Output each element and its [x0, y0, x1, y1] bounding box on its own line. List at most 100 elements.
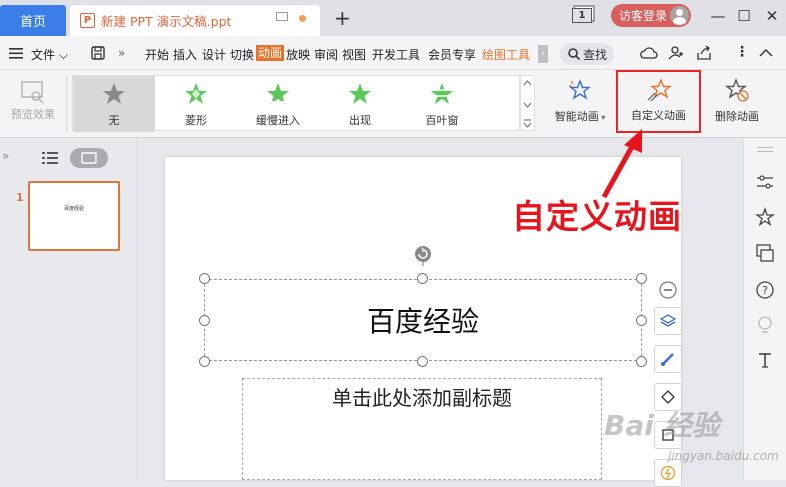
slide-thumbnail[interactable]: 百度经验	[28, 181, 120, 251]
slide-title[interactable]: 百度经验	[204, 300, 642, 340]
delete-animation-button[interactable]: 删除动画	[708, 78, 766, 132]
home-tab-label: 首页	[19, 15, 46, 30]
minimize-button[interactable]: —	[708, 6, 728, 26]
preview-effect-button[interactable]: 预览效果	[6, 76, 60, 132]
green-star-icon	[185, 83, 207, 104]
slide-subtitle[interactable]: 单击此处添加副标题	[242, 382, 602, 411]
watermark: Bai 经验	[604, 409, 720, 442]
resize-handle[interactable]	[199, 273, 210, 284]
save-icon[interactable]	[91, 46, 105, 60]
cloud-sync-icon[interactable]	[640, 46, 658, 61]
custom-animation-icon	[647, 78, 672, 102]
slide-number: 1	[16, 191, 24, 204]
tab-scroll-right-icon[interactable]: ›	[538, 45, 548, 63]
divider	[66, 76, 67, 132]
star-icon	[103, 83, 125, 104]
more-options-icon[interactable]: ⋮	[735, 44, 749, 60]
tab-design[interactable]: 设计	[202, 46, 226, 63]
smart-animation-icon	[569, 79, 591, 100]
brush-icon	[661, 353, 674, 366]
custom-animation-label: 自定义动画	[631, 109, 686, 122]
layers-button[interactable]	[654, 307, 682, 335]
add-user-icon[interactable]	[668, 45, 684, 61]
gallery-item-none[interactable]: 无	[73, 76, 155, 132]
close-button[interactable]: ✕	[762, 6, 782, 26]
tab-animation[interactable]: 动画	[256, 45, 285, 61]
ppt-file-icon: P	[80, 13, 95, 28]
visitor-login-button[interactable]: 访客登录	[611, 4, 691, 27]
green-star-icon	[349, 83, 371, 104]
search-button[interactable]: 查找	[560, 43, 614, 65]
gallery-scroll-arrows-icon	[523, 80, 532, 128]
layers-icon	[660, 314, 676, 327]
tab-member[interactable]: 会员专享	[428, 46, 476, 63]
properties-icon[interactable]	[755, 172, 775, 192]
tab-insert[interactable]: 插入	[173, 46, 197, 63]
tab-transition[interactable]: 切换	[230, 46, 254, 63]
annotation-label: 自定义动画	[512, 197, 682, 236]
rotate-handle-icon[interactable]	[413, 244, 433, 266]
outline-view-icon[interactable]	[42, 151, 58, 165]
tab-developer[interactable]: 开发工具	[372, 46, 420, 63]
share-icon[interactable]	[696, 45, 712, 61]
green-star-icon	[266, 83, 290, 104]
tab-review[interactable]: 审阅	[314, 46, 338, 63]
maximize-button[interactable]: ☐	[734, 6, 754, 26]
unsaved-dot-icon	[299, 15, 306, 22]
animation-pane-icon[interactable]	[755, 207, 775, 227]
tab-drawing-tools[interactable]: 绘图工具	[482, 46, 530, 63]
tab-start[interactable]: 开始	[145, 46, 169, 63]
resize-handle[interactable]	[636, 315, 647, 326]
animation-gallery: 无 菱形 缓慢进入 出现 百叶窗	[72, 75, 520, 132]
expand-panel-icon[interactable]: »	[2, 149, 9, 163]
preview-label: 预览效果	[11, 108, 55, 121]
gallery-item-blinds[interactable]: 百叶窗	[401, 76, 483, 132]
zoom-out-icon[interactable]	[659, 281, 677, 299]
brush-button[interactable]	[654, 345, 682, 373]
page-count-icon[interactable]: 1	[572, 8, 592, 23]
gallery-item-label: 无	[108, 114, 120, 127]
gallery-item-label: 出现	[349, 114, 371, 127]
resize-handle[interactable]	[636, 273, 647, 284]
monitor-icon[interactable]	[276, 12, 288, 21]
gallery-scrollbar[interactable]	[520, 75, 535, 131]
resize-handle[interactable]	[417, 356, 428, 367]
animation-ribbon: 预览效果 无 菱形 缓慢进入 出现 百叶窗 智能动画 ▾ 自定义动画 删除动画	[0, 70, 786, 138]
home-tab[interactable]: 首页	[0, 5, 66, 36]
collapse-ribbon-icon[interactable]	[759, 48, 773, 57]
preview-icon	[21, 81, 44, 104]
green-star-icon	[430, 83, 454, 104]
tab-view[interactable]: 视图	[342, 46, 366, 63]
help-icon[interactable]: ?	[755, 280, 775, 300]
transition-pane-icon[interactable]	[755, 243, 775, 263]
hamburger-menu-icon[interactable]	[9, 48, 23, 59]
slide-view-icon	[81, 152, 97, 164]
search-icon	[568, 48, 580, 60]
file-menu-label: 文件	[31, 48, 56, 62]
document-tab[interactable]: P 新建 PPT 演示文稿.ppt	[70, 5, 320, 36]
resize-handle[interactable]	[417, 273, 428, 284]
tab-slideshow[interactable]: 放映	[286, 46, 310, 63]
lightbulb-icon[interactable]	[755, 315, 775, 335]
smart-animation-label: 智能动画	[554, 110, 599, 123]
custom-animation-button[interactable]: 自定义动画	[616, 70, 701, 133]
resize-handle[interactable]	[199, 356, 210, 367]
resize-handle[interactable]	[199, 315, 210, 326]
smart-animation-button[interactable]: 智能动画 ▾	[548, 78, 612, 132]
file-menu[interactable]: 文件 ⌵	[31, 46, 68, 63]
gallery-item-diamond[interactable]: 菱形	[155, 76, 237, 132]
text-tool-icon[interactable]	[755, 350, 775, 370]
delete-animation-icon	[725, 78, 749, 102]
more-chevron-icon[interactable]: »	[118, 46, 125, 60]
gallery-item-label: 菱形	[185, 114, 207, 127]
avatar	[670, 6, 689, 25]
gallery-item-slow-in[interactable]: 缓慢进入	[237, 76, 319, 132]
new-tab-button[interactable]: +	[334, 8, 351, 28]
effect-button[interactable]	[654, 459, 682, 487]
resize-handle[interactable]	[636, 356, 647, 367]
slide-view-toggle[interactable]	[70, 148, 108, 168]
sidebar-grip	[757, 147, 773, 148]
gallery-item-appear[interactable]: 出现	[319, 76, 401, 132]
gallery-item-label: 百叶窗	[425, 114, 459, 127]
gallery-item-label: 缓慢进入	[256, 114, 300, 127]
